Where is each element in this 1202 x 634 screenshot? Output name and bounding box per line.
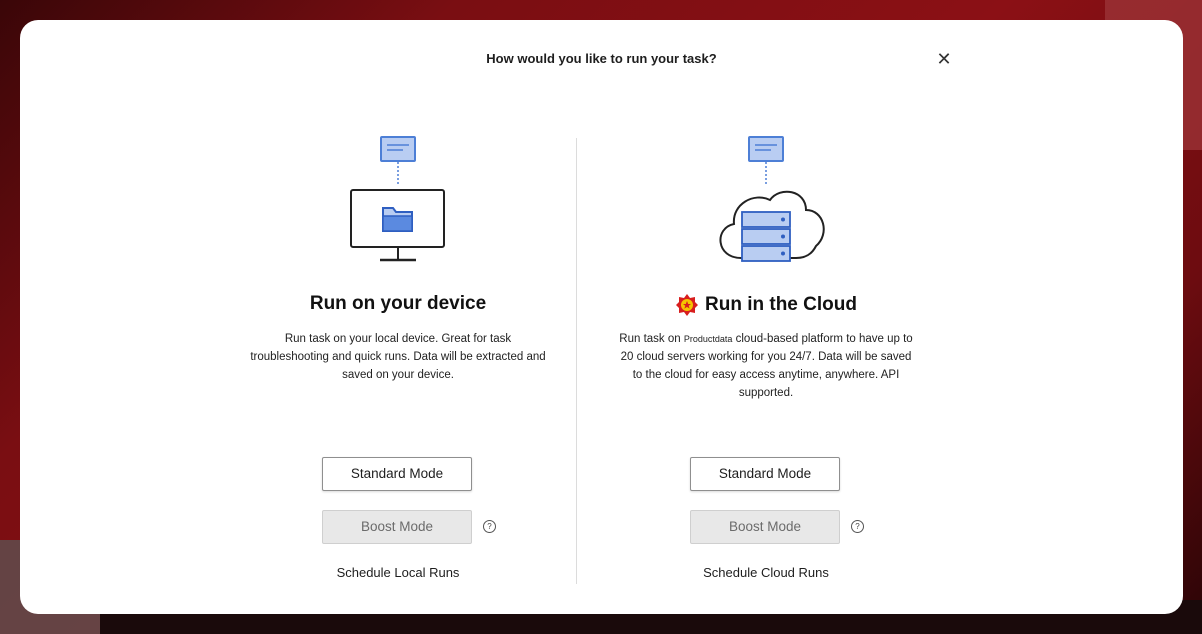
cloud-boost-mode-button[interactable]: Boost Mode: [690, 510, 840, 544]
cloud-panel-description: Run task on Productdata cloud-based plat…: [616, 330, 916, 402]
help-icon[interactable]: ?: [851, 520, 864, 533]
cloud-description-prefix: Run task on: [619, 333, 684, 345]
run-task-dialog: How would you like to run your task? ✕ R…: [20, 20, 1183, 614]
cloud-run-panel: Run in the Cloud Run task on Productdata…: [566, 130, 966, 590]
local-panel-title-text: Run on your device: [309, 293, 487, 314]
brand-name: Productdata: [683, 334, 733, 344]
local-run-panel: Run on your device Run task on your loca…: [198, 130, 598, 590]
schedule-local-runs-link[interactable]: Schedule Local Runs: [198, 565, 598, 580]
cloud-panel-title: Run in the Cloud: [566, 293, 966, 317]
help-icon[interactable]: ?: [483, 520, 496, 533]
cloud-server-icon: [719, 136, 825, 262]
close-icon[interactable]: ✕: [932, 49, 956, 69]
schedule-cloud-runs-link[interactable]: Schedule Cloud Runs: [566, 565, 966, 580]
local-panel-title: Run on your device: [198, 293, 598, 315]
cloud-panel-title-text: Run in the Cloud: [705, 294, 857, 315]
brand-logo-icon: [676, 294, 698, 316]
dialog-title: How would you like to run your task?: [486, 51, 717, 66]
local-boost-mode-button[interactable]: Boost Mode: [322, 510, 472, 544]
cloud-standard-mode-button[interactable]: Standard Mode: [690, 457, 840, 491]
local-standard-mode-button[interactable]: Standard Mode: [322, 457, 472, 491]
monitor-folder-icon: [350, 136, 445, 262]
local-panel-description: Run task on your local device. Great for…: [250, 333, 546, 381]
